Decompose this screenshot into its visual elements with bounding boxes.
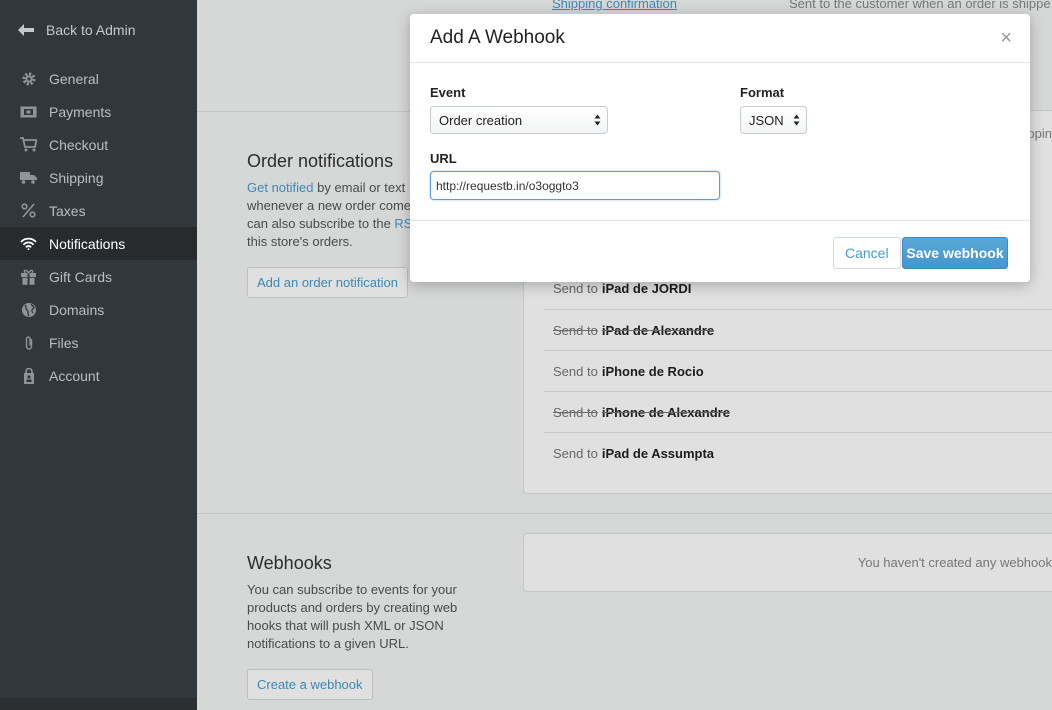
url-label: URL [430, 151, 457, 166]
modal-title: Add A Webhook [430, 27, 565, 48]
url-input[interactable] [430, 171, 720, 200]
arrow-left-icon [18, 24, 36, 36]
sidebar-item-label: General [49, 70, 99, 87]
cancel-button[interactable]: Cancel [833, 237, 901, 269]
globe-icon [20, 301, 37, 318]
sidebar-item-payments[interactable]: Payments [0, 95, 197, 128]
format-select[interactable]: JSON [740, 106, 807, 134]
sidebar-item-shipping[interactable]: Shipping [0, 161, 197, 194]
sidebar-item-taxes[interactable]: Taxes [0, 194, 197, 227]
sidebar-item-label: Taxes [49, 202, 86, 219]
paperclip-icon [20, 334, 37, 351]
event-label: Event [430, 85, 466, 100]
sidebar-item-label: Notifications [49, 235, 126, 252]
sidebar-item-checkout[interactable]: Checkout [0, 128, 197, 161]
wifi-icon [20, 235, 37, 252]
account-icon [20, 367, 37, 384]
modal-footer: Cancel Save webhook [410, 220, 1030, 282]
sidebar-item-label: Files [49, 334, 79, 351]
payments-icon [20, 103, 37, 120]
truck-icon [20, 169, 37, 186]
sidebar-item-domains[interactable]: Domains [0, 293, 197, 326]
format-label: Format [740, 85, 785, 100]
back-to-admin-label: Back to Admin [46, 22, 136, 38]
close-icon[interactable]: × [1000, 28, 1012, 48]
back-to-admin-link[interactable]: Back to Admin [18, 20, 136, 40]
sidebar-item-label: Gift Cards [49, 268, 113, 285]
select-arrows-icon [594, 114, 601, 126]
sidebar-footer [0, 698, 197, 710]
select-arrows-icon [793, 114, 800, 126]
sidebar-item-label: Account [49, 367, 100, 384]
format-select-value: JSON [749, 112, 784, 128]
sidebar-item-label: Checkout [49, 136, 109, 153]
event-select[interactable]: Order creation [430, 106, 608, 134]
sidebar-item-account[interactable]: Account [0, 359, 197, 392]
sidebar-item-notifications[interactable]: Notifications [0, 227, 197, 260]
sidebar-item-label: Payments [49, 103, 112, 120]
percent-icon [20, 202, 37, 219]
cart-icon [20, 136, 37, 153]
gear-icon [20, 70, 37, 87]
sidebar-item-gift-cards[interactable]: Gift Cards [0, 260, 197, 293]
settings-sidebar: Back to Admin General Payments Checkout … [0, 0, 197, 710]
gift-icon [20, 268, 37, 285]
sidebar-item-files[interactable]: Files [0, 326, 197, 359]
save-webhook-button[interactable]: Save webhook [902, 237, 1008, 269]
modal-header: Add A Webhook × [410, 14, 1030, 63]
sidebar-item-label: Shipping [49, 169, 104, 186]
settings-nav: General Payments Checkout Shipping Taxes [0, 62, 197, 392]
sidebar-item-label: Domains [49, 301, 105, 318]
sidebar-item-general[interactable]: General [0, 62, 197, 95]
add-webhook-modal: Add A Webhook × Event Order creation For… [410, 14, 1030, 282]
event-select-value: Order creation [439, 112, 523, 128]
